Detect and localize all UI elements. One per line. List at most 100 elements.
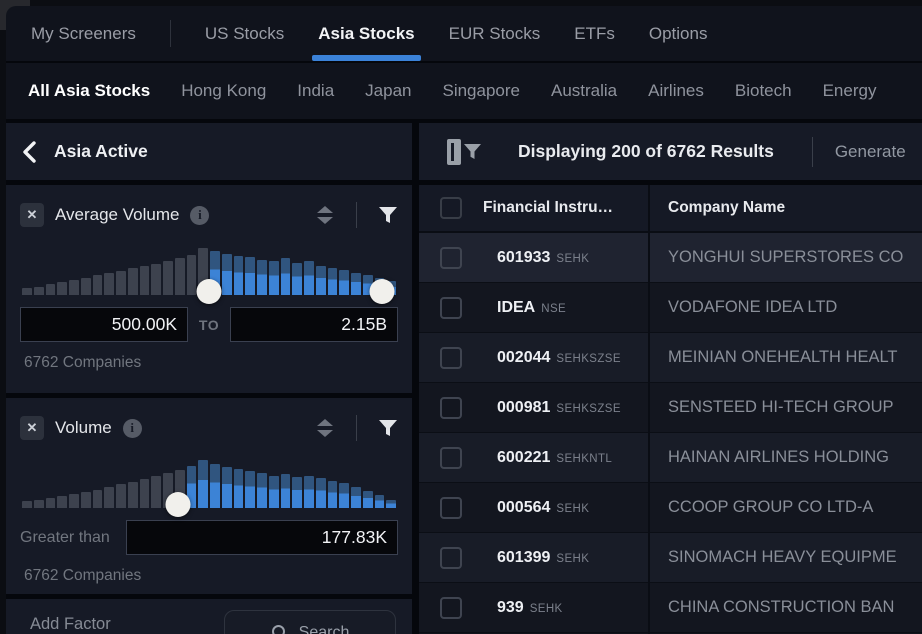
results-table: Financial Instru… Company Name 601933 SE… xyxy=(419,185,922,634)
select-all-checkbox[interactable] xyxy=(440,197,462,219)
histogram-bar xyxy=(34,287,44,295)
histogram-bar xyxy=(34,500,44,508)
range-max-input[interactable] xyxy=(230,307,398,342)
row-exchange: SEHKNTL xyxy=(556,453,612,465)
histogram-bar xyxy=(69,494,79,508)
sort-icon[interactable] xyxy=(315,204,335,226)
range-min-input[interactable] xyxy=(20,307,188,342)
table-row[interactable]: 000981 SEHKSZSE SENSTEED HI-TECH GROUP xyxy=(419,383,922,433)
column-header-company[interactable]: Company Name xyxy=(648,199,922,217)
histogram-bar xyxy=(140,479,150,508)
histogram[interactable] xyxy=(22,452,396,508)
table-row[interactable]: 000564 SEHK CCOOP GROUP CO LTD-A xyxy=(419,483,922,533)
column-header-instrument[interactable]: Financial Instru… xyxy=(483,199,648,217)
subnav-singapore[interactable]: Singapore xyxy=(442,81,520,101)
close-icon[interactable]: ✕ xyxy=(20,203,44,227)
slider-handle[interactable] xyxy=(370,279,395,304)
histogram-bar xyxy=(222,467,232,508)
greater-than-input[interactable] xyxy=(126,520,398,555)
row-checkbox[interactable] xyxy=(440,397,462,419)
table-row[interactable]: 601933 SEHK YONGHUI SUPERSTORES CO xyxy=(419,233,922,283)
tab-my-screeners[interactable]: My Screeners xyxy=(31,6,136,61)
row-checkbox[interactable] xyxy=(440,447,462,469)
histogram-bar xyxy=(175,258,185,295)
screener-app: My Screeners US Stocks Asia Stocks EUR S… xyxy=(6,6,922,634)
histogram-bar xyxy=(69,280,79,295)
generate-button[interactable]: Generate xyxy=(835,142,906,162)
table-row[interactable]: 601399 SEHK SINOMACH HEAVY EQUIPME xyxy=(419,533,922,583)
subnav-energy[interactable]: Energy xyxy=(823,81,877,101)
filter-panel-header: Asia Active xyxy=(6,123,412,180)
row-exchange: SEHK xyxy=(556,553,589,565)
close-icon[interactable]: ✕ xyxy=(20,416,44,440)
info-icon[interactable]: i xyxy=(190,206,209,225)
tab-asia-stocks[interactable]: Asia Stocks xyxy=(318,6,414,61)
row-company: VODAFONE IDEA LTD xyxy=(648,298,922,317)
slider-handle[interactable] xyxy=(197,279,222,304)
histogram-bar xyxy=(222,254,232,295)
subnav-airlines[interactable]: Airlines xyxy=(648,81,704,101)
results-panel: Displaying 200 of 6762 Results Generate … xyxy=(419,123,922,634)
funnel-icon[interactable] xyxy=(378,206,398,225)
companies-count: 6762 Companies xyxy=(24,567,398,585)
histogram-bar xyxy=(245,471,255,508)
table-row[interactable]: IDEA NSE VODAFONE IDEA LTD xyxy=(419,283,922,333)
histogram-bar xyxy=(104,487,114,508)
table-row[interactable]: 600221 SEHKNTL HAINAN AIRLINES HOLDING xyxy=(419,433,922,483)
row-exchange: SEHKSZSE xyxy=(556,353,621,365)
tab-etfs[interactable]: ETFs xyxy=(574,6,615,61)
histogram-bar xyxy=(375,495,385,508)
funnel-icon[interactable] xyxy=(378,419,398,438)
row-checkbox[interactable] xyxy=(440,497,462,519)
histogram-bar xyxy=(22,288,32,295)
info-icon[interactable]: i xyxy=(123,419,142,438)
table-row[interactable]: 939 SEHK CHINA CONSTRUCTION BAN xyxy=(419,583,922,633)
filter-panel-toggle-icon[interactable] xyxy=(446,138,482,166)
add-factor-label[interactable]: Add Factor xyxy=(30,615,111,634)
row-checkbox[interactable] xyxy=(440,547,462,569)
row-checkbox[interactable] xyxy=(440,297,462,319)
histogram-bar xyxy=(245,257,255,295)
row-ticker: 000564 xyxy=(497,499,550,517)
subnav-japan[interactable]: Japan xyxy=(365,81,411,101)
column-divider xyxy=(648,185,650,634)
slider-handle[interactable] xyxy=(165,492,190,517)
subnav-biotech[interactable]: Biotech xyxy=(735,81,792,101)
histogram-bar xyxy=(363,491,373,508)
tab-us-stocks[interactable]: US Stocks xyxy=(205,6,284,61)
histogram-bar xyxy=(269,261,279,295)
row-company: SINOMACH HEAVY EQUIPME xyxy=(648,548,922,567)
sort-icon[interactable] xyxy=(315,417,335,439)
search-button[interactable]: Search xyxy=(224,610,396,634)
histogram-bar xyxy=(57,282,67,295)
histogram-bar xyxy=(93,490,103,508)
row-checkbox[interactable] xyxy=(440,347,462,369)
filter-name: Average Volume xyxy=(55,205,179,225)
filter-name: Volume xyxy=(55,418,112,438)
subnav-australia[interactable]: Australia xyxy=(551,81,617,101)
tab-options[interactable]: Options xyxy=(649,6,708,61)
histogram-bar xyxy=(304,476,314,508)
histogram-bar xyxy=(128,482,138,508)
histogram-bar xyxy=(316,266,326,295)
table-row[interactable]: 002044 SEHKSZSE MEINIAN ONEHEALTH HEALT xyxy=(419,333,922,383)
histogram-bar xyxy=(116,271,126,295)
subnav-india[interactable]: India xyxy=(297,81,334,101)
region-subnav: All Asia Stocks Hong Kong India Japan Si… xyxy=(6,63,922,119)
histogram[interactable] xyxy=(22,239,396,295)
row-checkbox[interactable] xyxy=(440,247,462,269)
histogram-bar xyxy=(46,498,56,508)
tab-eur-stocks[interactable]: EUR Stocks xyxy=(449,6,541,61)
subnav-hong-kong[interactable]: Hong Kong xyxy=(181,81,266,101)
histogram-bar xyxy=(351,273,361,295)
subnav-all-asia-stocks[interactable]: All Asia Stocks xyxy=(28,81,150,101)
row-company: HAINAN AIRLINES HOLDING xyxy=(648,448,922,467)
row-checkbox[interactable] xyxy=(440,597,462,619)
row-exchange: SEHK xyxy=(556,503,589,515)
content-area: Asia Active ✕ Average Volume i xyxy=(6,119,922,634)
search-button-label: Search xyxy=(299,624,350,634)
row-ticker: IDEA xyxy=(497,299,535,317)
table-header-row: Financial Instru… Company Name xyxy=(419,185,922,233)
back-chevron-icon[interactable] xyxy=(22,141,37,163)
histogram-bar xyxy=(269,476,279,508)
